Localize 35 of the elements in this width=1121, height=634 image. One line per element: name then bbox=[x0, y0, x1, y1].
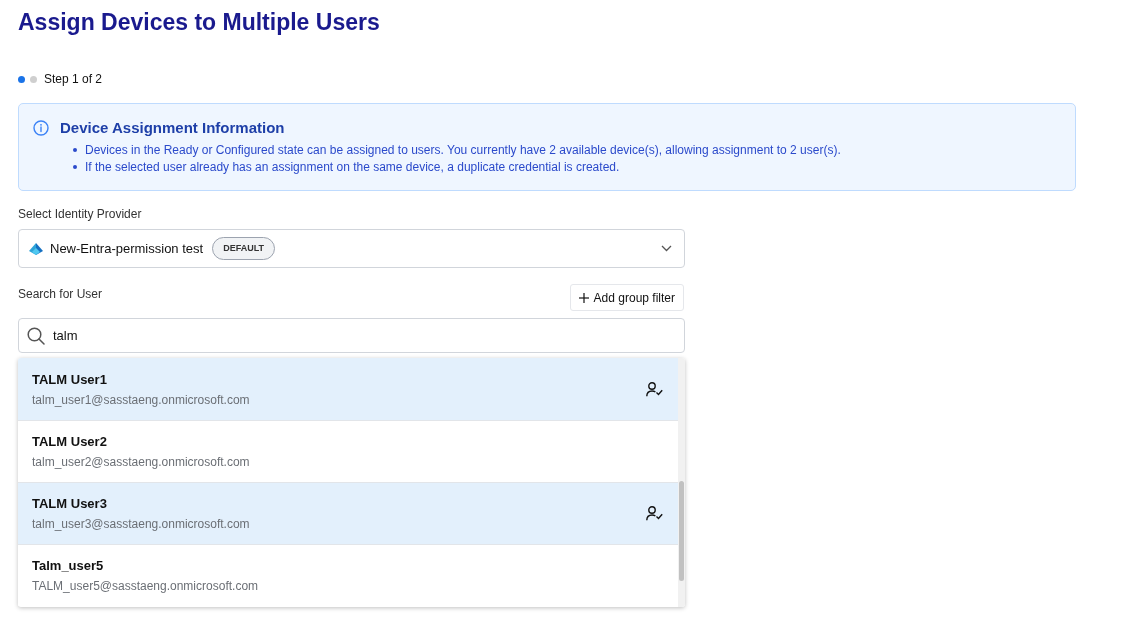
info-icon bbox=[33, 120, 49, 136]
user-search-field[interactable]: talm bbox=[18, 318, 685, 353]
page-title: Assign Devices to Multiple Users bbox=[18, 8, 380, 36]
user-result-row[interactable]: Talm_user5 TALM_user5@sasstaeng.onmicrosoft.com bbox=[18, 544, 678, 606]
user-check-icon bbox=[646, 381, 663, 397]
identity-provider-dropdown[interactable]: New-Entra-permission test DEFAULT bbox=[18, 229, 685, 268]
user-email: TALM_user5@sasstaeng.onmicrosoft.com bbox=[32, 579, 259, 593]
user-email: talm_user2@sasstaeng.onmicrosoft.com bbox=[32, 455, 250, 469]
user-result-row[interactable]: TALM User1 talm_user1@sasstaeng.onmicrosoft.com bbox=[18, 358, 678, 420]
field-label: Search for User bbox=[18, 287, 103, 301]
user-name: Talm_user5 bbox=[32, 558, 105, 574]
user-email: talm_user3@sasstaeng.onmicrosoft.com bbox=[32, 517, 250, 531]
pyramid-logo-icon bbox=[29, 242, 43, 255]
scrollbar-thumb[interactable] bbox=[679, 481, 684, 581]
user-check-icon bbox=[646, 506, 663, 521]
user-result-row[interactable]: TALM User3 talm_user3@sasstaeng.onmicrosoft.com bbox=[18, 482, 678, 544]
user-name: TALM User3 bbox=[32, 496, 108, 512]
user-name: TALM User1 bbox=[32, 371, 108, 388]
step-label: Step 1 of 2 bbox=[44, 72, 103, 86]
chevron-down-icon bbox=[661, 245, 672, 252]
info-title: Device Assignment Information bbox=[60, 119, 285, 137]
info-text: Devices in the Ready or Configured state can be assigned to users. You currently have 2 available device(s), allowing assignment to 2 user(s). bbox=[85, 142, 841, 157]
bullet-icon bbox=[73, 164, 77, 169]
info-text: If the selected user already has an assignment on the same device, a duplicate credential is created. bbox=[85, 159, 620, 174]
add-group-filter-button[interactable]: Add group filter bbox=[569, 284, 684, 311]
user-result-row[interactable]: TALM User2 talm_user2@sasstaeng.onmicrosoft.com bbox=[18, 420, 678, 482]
user-email: talm_user1@sasstaeng.onmicrosoft.com bbox=[32, 392, 250, 407]
identity-provider-value: New-Entra-permission test bbox=[50, 240, 204, 257]
bullet-icon bbox=[73, 147, 77, 152]
search-icon bbox=[27, 326, 45, 345]
plus-icon bbox=[578, 292, 589, 303]
field-label: Select Identity Provider bbox=[18, 207, 142, 221]
default-badge: DEFAULT bbox=[212, 237, 275, 260]
user-name: TALM User2 bbox=[32, 434, 108, 450]
scrollbar-track[interactable] bbox=[678, 358, 685, 607]
